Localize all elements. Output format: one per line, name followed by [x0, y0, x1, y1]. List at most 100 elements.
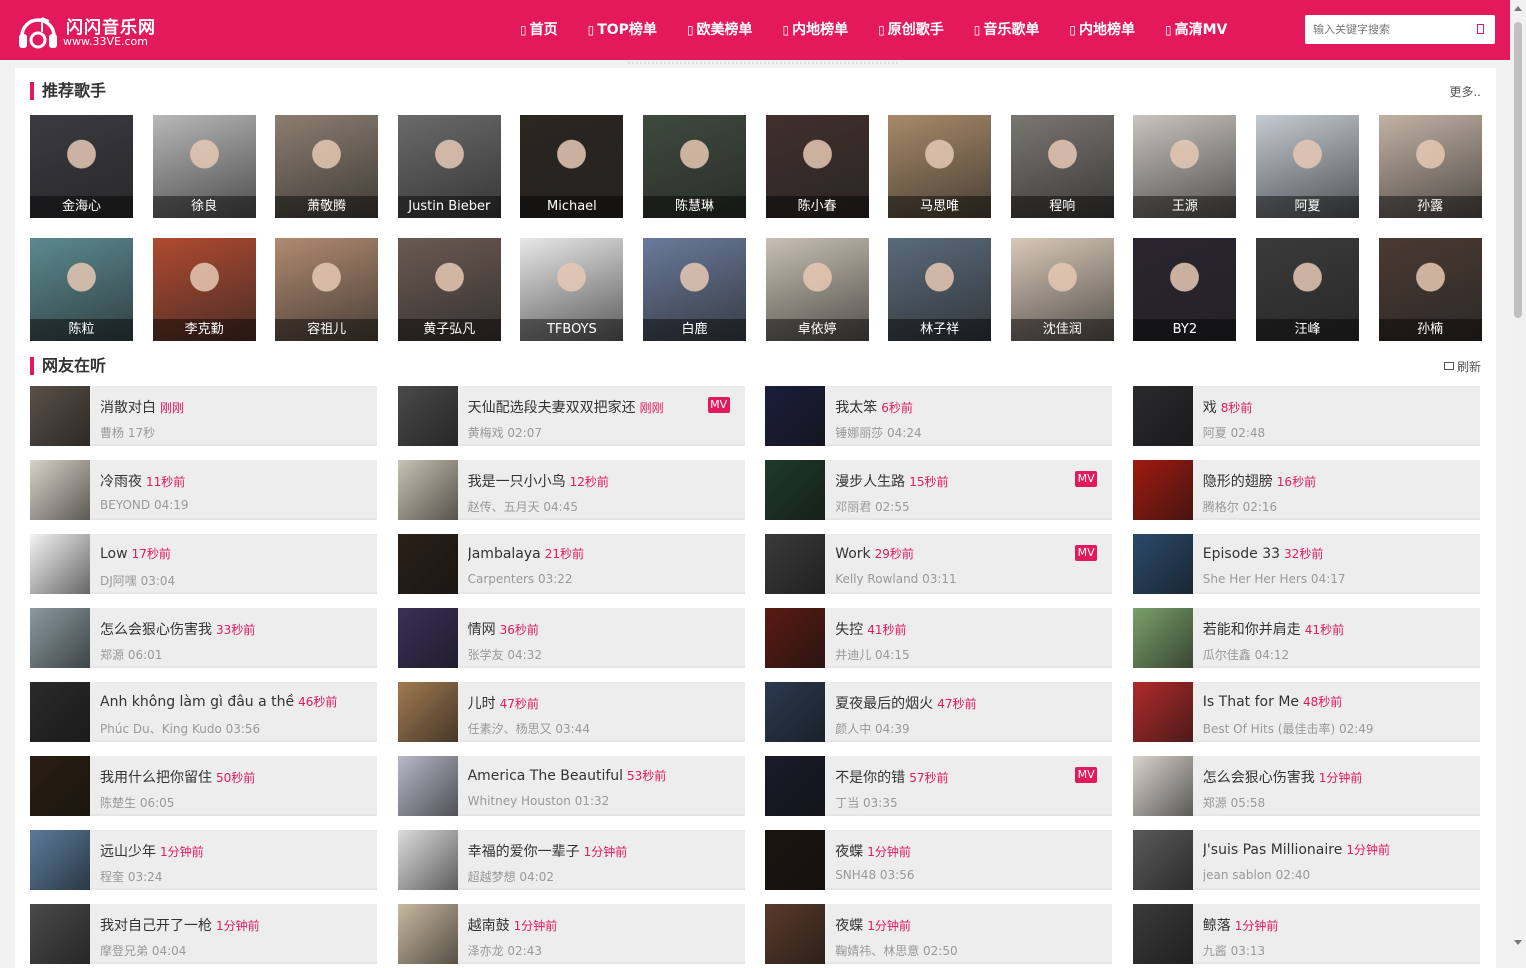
song-item[interactable]: 夜蝶 1分钟前 鞠婧祎、林思意 02:50 [765, 904, 1113, 964]
singer-card[interactable]: 陈慧琳 [643, 115, 746, 218]
song-title: 隐形的翅膀 16秒前 [1203, 471, 1316, 491]
song-item[interactable]: 儿时 47秒前 任素汐、杨思又 03:44 [397, 682, 745, 742]
nav-item-0[interactable]: ▯ 首页 [505, 0, 573, 60]
song-item[interactable]: 冷雨夜 11秒前 BEYOND 04:19 [30, 460, 377, 520]
song-cover [1132, 756, 1193, 816]
song-item[interactable]: Work 29秒前 Kelly Rowland 03:11 MV [765, 534, 1113, 594]
song-item[interactable]: 我用什么把你留住 50秒前 陈楚生 06:05 [30, 756, 377, 816]
song-title: America The Beautiful 53秒前 [468, 767, 667, 784]
song-item[interactable]: 怎么会狠心伤害我 1分钟前 郑源 05:58 [1132, 756, 1480, 816]
nav-item-6[interactable]: ▯ 内地榜单 [1054, 0, 1150, 60]
song-item[interactable]: Anh không làm gì đâu a thề 46秒前 Phúc Du、Ki… [30, 682, 377, 742]
song-item[interactable]: 漫步人生路 15秒前 邓丽君 02:55 MV [765, 460, 1113, 520]
song-item[interactable]: 若能和你并肩走 41秒前 瓜尔佳鑫 04:12 [1132, 608, 1480, 668]
song-title-text: 天仙配选段夫妻双双把家还 [467, 400, 636, 416]
song-item[interactable]: J'suis Pas Millionaire 1分钟前 jean sablon 02… [1132, 830, 1480, 890]
song-item[interactable]: 失控 41秒前 井迪儿 04:15 [765, 608, 1113, 668]
singer-card[interactable]: 白鹿 [643, 238, 746, 341]
nav-item-4[interactable]: ▯ 原创歌手 [863, 0, 959, 60]
singer-card[interactable]: 孙楠 [1378, 238, 1482, 341]
song-title: Is That for Me 48秒前 [1203, 693, 1343, 710]
song-item[interactable]: 天仙配选段夫妻双双把家还 刚刚 黄梅戏 02:07 MV [397, 386, 745, 446]
song-item[interactable]: 远山少年 1分钟前 程奎 03:24 [30, 830, 377, 890]
song-played-time: 6秒前 [881, 401, 913, 415]
singer-card[interactable]: 阿夏 [1256, 115, 1359, 218]
singer-card[interactable]: 金海心 [30, 115, 133, 218]
search-icon[interactable] [1477, 24, 1484, 34]
chart-icon: ▯ [1069, 23, 1076, 37]
singer-card[interactable]: 孙露 [1378, 115, 1482, 218]
song-title-text: 越南鼓 [467, 918, 510, 934]
song-item[interactable]: 不是你的错 57秒前 丁当 03:35 MV [765, 756, 1113, 816]
singer-card[interactable]: 容祖儿 [275, 238, 379, 341]
singer-card[interactable]: BY2 [1133, 238, 1237, 341]
singer-card[interactable]: 王源 [1133, 115, 1237, 218]
singer-card[interactable]: 卓依婷 [765, 238, 869, 341]
singer-card[interactable]: 陈粒 [30, 238, 133, 341]
singer-card[interactable]: 徐良 [152, 115, 256, 218]
song-item[interactable]: Is That for Me 48秒前 Best Of Hits (最佳击率) 02… [1132, 682, 1480, 742]
song-item[interactable]: 戏 8秒前 阿夏 02:48 [1132, 386, 1480, 446]
song-item[interactable]: 情网 36秒前 张学友 04:32 [397, 608, 745, 668]
scroll-up-arrow-icon[interactable] [1514, 6, 1522, 11]
search-input[interactable] [1305, 15, 1465, 44]
scrollbar[interactable] [1510, 0, 1526, 954]
chart-icon: ▯ [686, 23, 694, 37]
mv-badge[interactable]: MV [707, 397, 730, 413]
singer-card[interactable]: 陈小春 [765, 115, 869, 218]
song-item[interactable]: 幸福的爱你一辈子 1分钟前 超越梦想 04:02 [397, 830, 745, 890]
song-item[interactable]: 怎么会狠心伤害我 33秒前 郑源 06:01 [30, 608, 377, 668]
scroll-down-arrow-icon[interactable] [1514, 940, 1522, 945]
singer-card[interactable]: 萧敬腾 [275, 115, 379, 218]
song-item[interactable]: 隐形的翅膀 16秒前 腾格尔 02:16 [1132, 460, 1480, 520]
song-played-time: 53秒前 [627, 769, 667, 783]
nav-item-7[interactable]: ▯ 高清MV [1150, 0, 1242, 60]
song-cover [397, 830, 458, 890]
song-played-time: 32秒前 [1284, 547, 1324, 561]
nav-item-2[interactable]: ▯ 欧美榜单 [672, 0, 768, 60]
song-artist-duration: Kelly Rowland 03:11 [835, 572, 957, 586]
song-item[interactable]: Episode 33 32秒前 She Her Her Hers 04:17 [1132, 534, 1480, 594]
nav-item-3[interactable]: ▯ 内地榜单 [768, 0, 864, 60]
refresh-button[interactable]: 刷新 [1443, 358, 1481, 375]
scroll-thumb[interactable] [1514, 22, 1522, 318]
song-item[interactable]: 越南鼓 1分钟前 泽亦龙 02:43 [397, 904, 745, 964]
nav-item-5[interactable]: ▯ 音乐歌单 [959, 0, 1055, 60]
song-item[interactable]: America The Beautiful 53秒前 Whitney Houston… [397, 756, 745, 816]
mv-badge[interactable]: MV [1075, 471, 1098, 487]
song-item[interactable]: 夜蝶 1分钟前 SNH48 03:56 [765, 830, 1113, 890]
song-title: J'suis Pas Millionaire 1分钟前 [1203, 841, 1390, 858]
singer-card[interactable]: 马思唯 [888, 115, 992, 218]
singer-card[interactable]: 黄子弘凡 [397, 238, 501, 341]
song-item[interactable]: Jambalaya 21秒前 Carpenters 03:22 [397, 534, 745, 594]
song-title: 鲸落 1分钟前 [1203, 915, 1279, 935]
song-item[interactable]: Low 17秒前 DJ阿嘿 03:04 [30, 534, 377, 594]
song-artist-duration: SNH48 03:56 [835, 868, 915, 882]
singer-card[interactable]: TFBOYS [520, 238, 624, 341]
song-title-text: 失控 [835, 622, 864, 638]
singer-name: 李克勤 [152, 319, 256, 341]
song-item[interactable]: 我是一只小小鸟 12秒前 赵传、五月天 04:45 [397, 460, 745, 520]
nav-item-1[interactable]: ▯ TOP榜单 [573, 0, 672, 60]
singer-name: 陈慧琳 [643, 196, 746, 218]
song-title: 不是你的错 57秒前 [835, 767, 948, 787]
singer-card[interactable]: 李克勤 [152, 238, 256, 341]
song-item[interactable]: 夏夜最后的烟火 47秒前 颜人中 04:39 [765, 682, 1113, 742]
singer-card[interactable]: 林子祥 [888, 238, 992, 341]
mv-badge[interactable]: MV [1075, 767, 1098, 783]
song-played-time: 刚刚 [160, 401, 185, 415]
site-logo[interactable]: 闪闪音乐网 www.33VE.com [16, 10, 166, 52]
singer-card[interactable]: 程响 [1010, 115, 1114, 218]
singer-card[interactable]: Michael [520, 115, 624, 218]
singer-name: 陈粒 [30, 319, 133, 341]
song-item[interactable]: 鲸落 1分钟前 九酱 03:13 [1132, 904, 1480, 964]
singer-card[interactable]: 汪峰 [1256, 238, 1359, 341]
mv-badge[interactable]: MV [1075, 545, 1098, 561]
singer-card[interactable]: 沈佳润 [1010, 238, 1114, 341]
song-item[interactable]: 消散对白 刚刚 曹杨 17秒 [30, 386, 377, 446]
song-artist-duration: 郑源 06:01 [100, 648, 163, 662]
singer-card[interactable]: Justin Bieber [397, 115, 501, 218]
more-singers-link[interactable]: 更多.. [1449, 83, 1481, 100]
song-item[interactable]: 我太笨 6秒前 锤娜丽莎 04:24 [765, 386, 1113, 446]
song-item[interactable]: 我对自己开了一枪 1分钟前 摩登兄弟 04:04 [30, 904, 377, 964]
